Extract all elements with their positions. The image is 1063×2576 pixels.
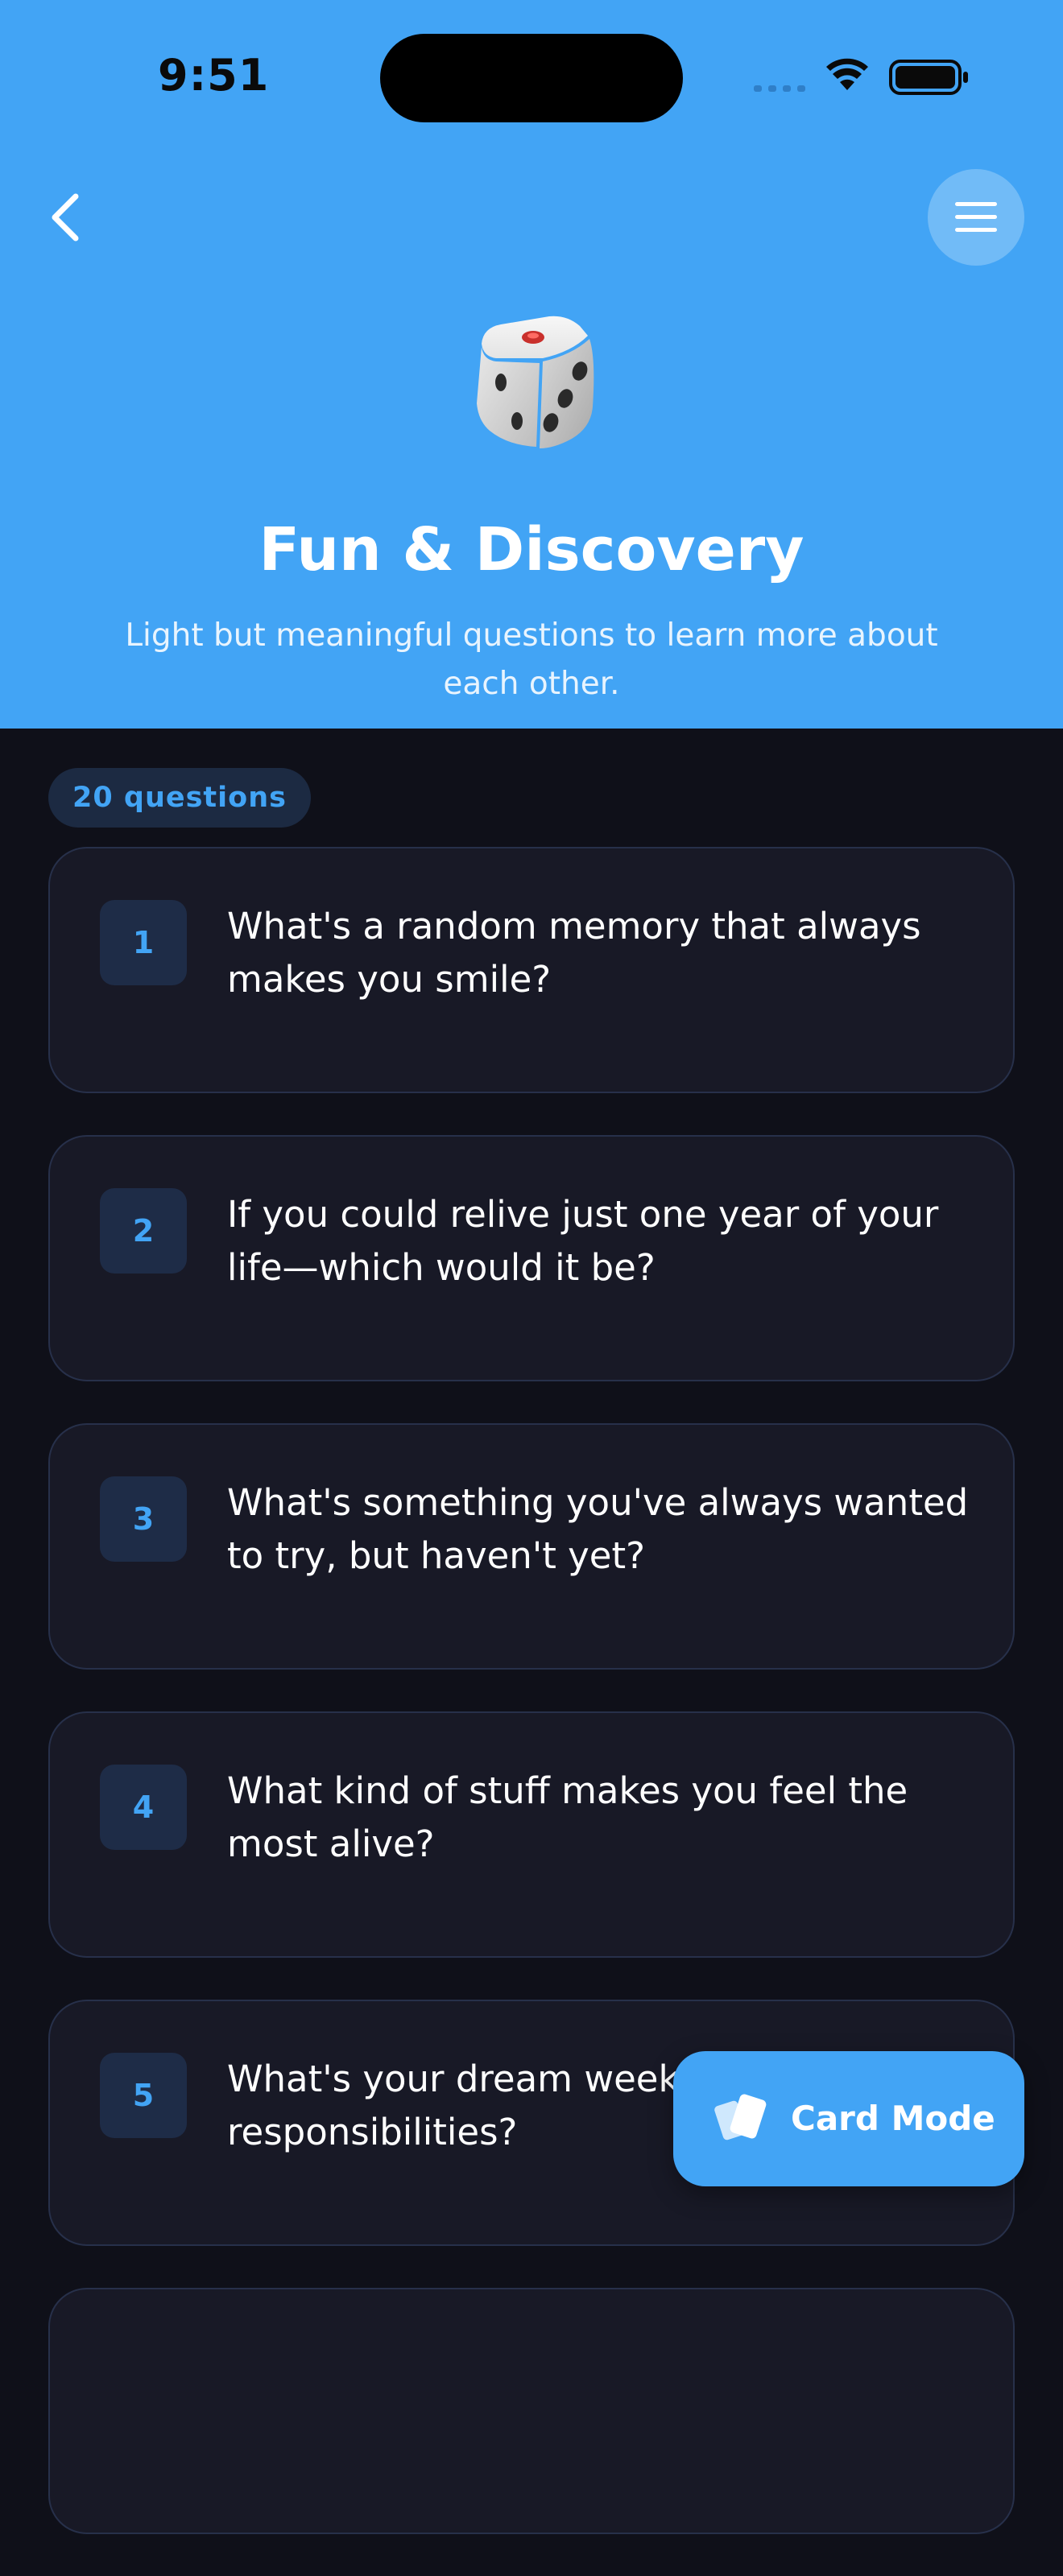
- cards-icon: [714, 2094, 767, 2140]
- question-card[interactable]: 1 What's a random memory that always mak…: [48, 847, 1015, 1093]
- question-card[interactable]: 3 What's something you've always wanted …: [48, 1423, 1015, 1670]
- card-mode-button[interactable]: Card Mode: [673, 2051, 1024, 2186]
- question-number-badge: 4: [100, 1765, 187, 1850]
- battery-icon: [889, 60, 968, 95]
- question-text: What kind of stuff makes you feel the mo…: [227, 1769, 908, 1865]
- back-button[interactable]: [40, 185, 97, 250]
- status-time: 9:51: [158, 50, 270, 101]
- question-text: What's something you've always wanted to…: [227, 1481, 969, 1577]
- page-title: Fun & Discovery: [259, 515, 804, 584]
- question-card[interactable]: 2 If you could relive just one year of y…: [48, 1135, 1015, 1381]
- question-text: If you could relive just one year of you…: [227, 1193, 939, 1289]
- hamburger-menu-icon: [955, 202, 997, 232]
- status-indicators: [752, 56, 970, 97]
- menu-button[interactable]: [928, 169, 1024, 266]
- question-number-badge: 2: [100, 1188, 187, 1274]
- signal-icon: [754, 85, 805, 92]
- question-card-partial[interactable]: [48, 2288, 1015, 2534]
- chevron-left-icon: [52, 193, 79, 242]
- question-card[interactable]: 4 What kind of stuff makes you feel the …: [48, 1711, 1015, 1958]
- header: 9:51 Fun & Discovery Light but meaningfu…: [0, 0, 1063, 729]
- page-subtitle: Light but meaningful questions to learn …: [125, 617, 938, 702]
- dice-icon: [477, 316, 594, 448]
- question-number-badge: 3: [100, 1476, 187, 1562]
- dynamic-island: [380, 34, 683, 122]
- question-count-badge: 20 questions: [48, 768, 311, 828]
- question-number-badge: 1: [100, 900, 187, 985]
- question-list: 1 What's a random memory that always mak…: [48, 847, 1015, 2576]
- wifi-icon: [826, 58, 868, 90]
- question-number-badge: 5: [100, 2053, 187, 2138]
- question-text: What's a random memory that always makes…: [227, 905, 921, 1001]
- card-mode-label: Card Mode: [791, 2099, 995, 2138]
